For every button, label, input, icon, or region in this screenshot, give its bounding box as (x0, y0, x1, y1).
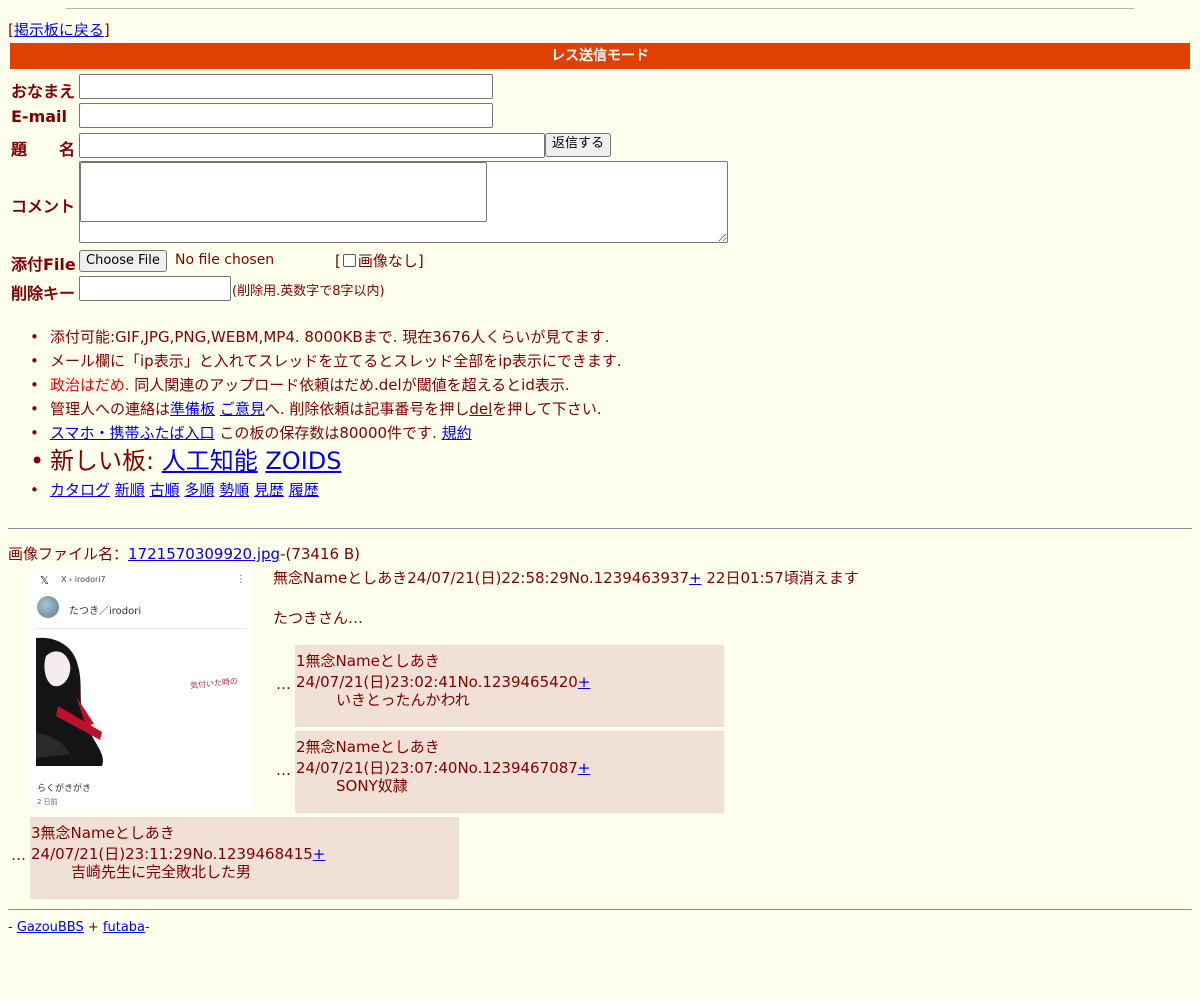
comment-textarea[interactable] (79, 161, 728, 243)
rule-item: メール欄に「ip表示」と入れてスレッドを立てるとスレッド全部をip表示にできます… (30, 349, 622, 373)
back-nav: [掲示板に戻る] (8, 21, 110, 39)
prep-board-link[interactable]: 準備板 (170, 400, 215, 418)
gazoubbs-link[interactable]: GazouBBS (17, 920, 84, 935)
thumb-crumb: X › irodori7 (61, 575, 106, 584)
reply-box: 1無念Nameとしあき24/07/21(日)23:02:41No.1239465… (295, 645, 724, 727)
reply-plus-link[interactable]: + (578, 673, 591, 691)
comment-label: コメント (11, 197, 76, 216)
sort-old-link[interactable]: 古順 (150, 481, 180, 499)
more-menu-icon: ⋮ (236, 574, 246, 585)
terms-link[interactable]: 規約 (442, 424, 472, 442)
reply-body: 吉崎先生に完全敗北した男 (71, 863, 252, 881)
reply-box: 3無念Nameとしあき24/07/21(日)23:11:29No.1239468… (30, 817, 459, 899)
rules-list: 添付可能:GIF,JPG,PNG,WEBM,MP4. 8000KBまで. 現在3… (30, 325, 622, 502)
reply-submit-button[interactable]: 返信する (545, 133, 612, 157)
reply-header: 1無念Nameとしあき24/07/21(日)23:02:41No.1239465… (296, 652, 591, 691)
reply-header: 3無念Nameとしあき24/07/21(日)23:11:29No.1239468… (31, 824, 326, 863)
rule-item: スマホ・携帯ふたば入口 この板の保存数は80000件です. 規約 (30, 421, 622, 445)
subject-input[interactable] (79, 133, 545, 158)
reply-marker: … (276, 675, 291, 693)
op-expire: 22日01:57頃消えます (701, 569, 859, 587)
delkey-note: (削除用.英数字で8字以内) (232, 284, 385, 299)
thumb-caption: らくがきがき (37, 784, 92, 794)
thumb-artwork (36, 636, 246, 766)
rule-item: 添付可能:GIF,JPG,PNG,WEBM,MP4. 8000KBまで. 現在3… (30, 325, 622, 349)
sort-momentum-link[interactable]: 勢順 (219, 481, 249, 499)
reply-marker: … (276, 761, 291, 779)
top-divider (66, 8, 1134, 9)
subject-label: 題 名 (11, 140, 76, 159)
rule-item-new-boards: 新しい板: 人工知能 ZOIDS (30, 445, 622, 478)
email-label: E-mail (11, 107, 68, 126)
feedback-link[interactable]: ご意見 (220, 400, 265, 418)
thread-thumbnail[interactable]: 𝕏 X › irodori7 ⋮ たつき／irodori 気付いた時の らくがき… (30, 568, 252, 810)
name-input[interactable] (79, 74, 493, 99)
thumb-time: 2 日前 (37, 798, 58, 806)
thumb-username: たつき／irodori (69, 606, 142, 617)
post-history-link[interactable]: 履歴 (289, 481, 319, 499)
rule-item-sort-links: カタログ 新順 古順 多順 勢順 見歴 履歴 (30, 478, 622, 502)
no-image-option: [画像なし] (335, 252, 424, 270)
avatar (37, 596, 59, 618)
x-logo-icon: 𝕏 (40, 574, 49, 587)
reply-body: いきとったんかわれ (336, 691, 470, 709)
no-image-label: 画像なし (357, 252, 418, 270)
op-body: たつきさん… (273, 609, 364, 627)
delkey-label: 削除キー (11, 284, 76, 303)
op-plus-link[interactable]: + (689, 569, 702, 587)
back-to-board-link[interactable]: 掲示板に戻る (14, 21, 104, 39)
thumb-divider (36, 628, 246, 629)
rule-item: 政治はだめ. 同人関連のアップロード依頼はだめ.delが閾値を超えるとid表示. (30, 373, 622, 397)
file-info: 画像ファイル名：1721570309920.jpg-(73416 B) (8, 545, 360, 563)
sort-many-link[interactable]: 多順 (184, 481, 214, 499)
footer: - GazouBBS + futaba- (8, 920, 150, 935)
reply-box: 2無念Nameとしあき24/07/21(日)23:07:40No.1239467… (295, 731, 724, 813)
reply-marker: … (11, 846, 26, 864)
reply-plus-link[interactable]: + (578, 759, 591, 777)
mobile-entrance-link[interactable]: スマホ・携帯ふたば入口 (50, 424, 215, 442)
choose-file-button[interactable]: Choose File (79, 250, 167, 272)
thread-divider (8, 528, 1192, 529)
ai-board-link[interactable]: 人工知能 (162, 447, 258, 475)
no-file-text: No file chosen (175, 252, 275, 268)
rule-item: 管理人への連絡は準備板 ご意見へ. 削除依頼は記事番号を押しdelを押して下さい… (30, 397, 622, 421)
file-label: 添付File (11, 255, 76, 274)
name-label: おなまえ (11, 82, 76, 101)
viewed-history-link[interactable]: 見歴 (254, 481, 284, 499)
footer-divider (8, 909, 1192, 910)
reply-mode-bar: レス送信モード (10, 43, 1190, 69)
reply-header: 2無念Nameとしあき24/07/21(日)23:07:40No.1239467… (296, 738, 591, 777)
sort-new-link[interactable]: 新順 (115, 481, 145, 499)
futaba-link[interactable]: futaba (103, 920, 145, 935)
catalog-link[interactable]: カタログ (50, 481, 110, 499)
zoids-board-link[interactable]: ZOIDS (265, 447, 341, 475)
op-header: 無念Nameとしあき24/07/21(日)22:58:29No.12394639… (273, 569, 859, 587)
delkey-input[interactable] (79, 276, 231, 301)
email-input[interactable] (79, 103, 493, 128)
file-name-link[interactable]: 1721570309920.jpg (128, 545, 280, 563)
reply-body: SONY奴隷 (336, 777, 408, 795)
reply-plus-link[interactable]: + (313, 845, 326, 863)
no-image-checkbox[interactable] (342, 254, 356, 267)
del-link[interactable]: del (469, 400, 492, 418)
